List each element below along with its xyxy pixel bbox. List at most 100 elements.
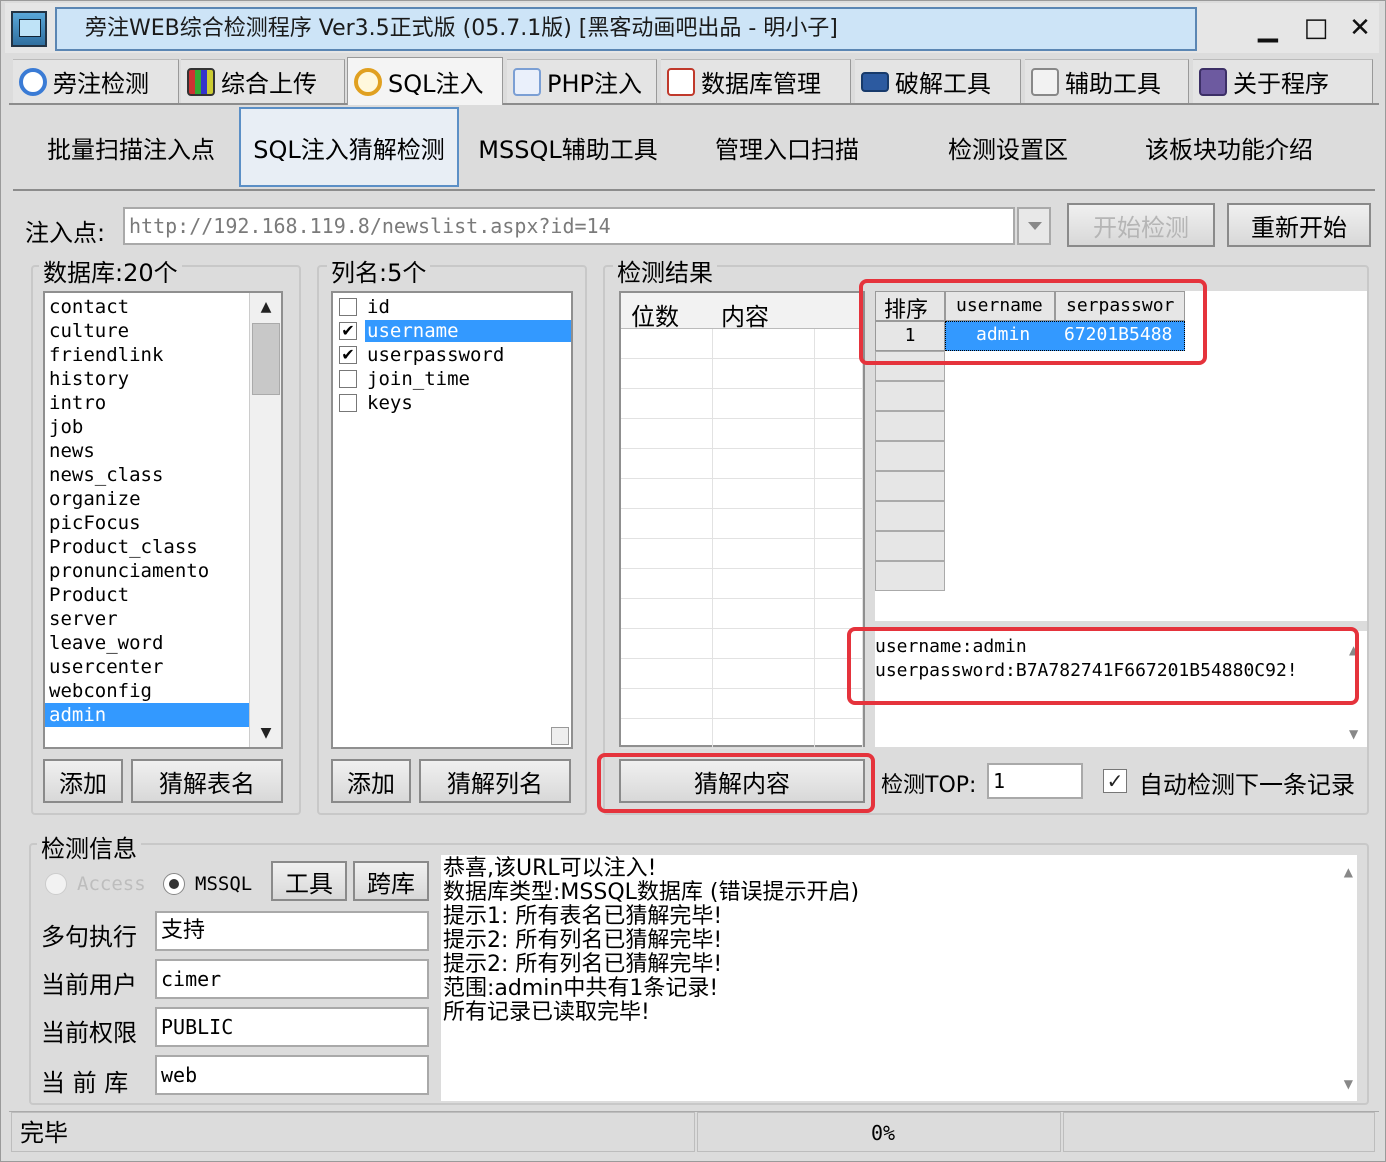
current-privilege-field[interactable]: PUBLIC [155,1007,429,1047]
tab-about[interactable]: 关于程序 [1193,59,1373,103]
database-list-item[interactable]: picFocus [45,511,251,535]
detection-log[interactable]: 恭喜,该URL可以注入! 数据库类型:MSSQL数据库 (错误提示开启) 提示1: … [441,855,1357,1101]
subtab-batch-scan[interactable]: 批量扫描注入点 [23,107,239,187]
database-list-item[interactable]: history [45,367,251,391]
add-column-button[interactable]: 添加 [331,759,411,803]
tab-side-injection[interactable]: 旁注检测 [13,59,179,103]
database-group-title: 数据库:20个 [39,253,182,288]
database-list-item[interactable]: news_class [45,463,251,487]
url-dropdown-button[interactable] [1017,207,1051,245]
maximize-button[interactable]: □ [1299,13,1333,43]
database-list-item[interactable]: pronunciamento [45,559,251,583]
current-user-field[interactable]: cimer [155,959,429,999]
database-list[interactable]: contact culture friendlink history intro job n… [43,291,283,749]
scroll-up-icon[interactable]: ▲ [1344,865,1353,879]
title-bar: 旁注WEB综合检测程序 Ver3.5正式版 (05.7.1版) [黑客动画吧出品… [5,3,1379,53]
database-list-item[interactable]: culture [45,319,251,343]
guess-columns-button[interactable]: 猜解列名 [419,759,571,803]
column-checkbox[interactable] [339,298,357,316]
grid-cell [621,419,713,449]
minimize-button[interactable]: ▁ [1251,13,1285,43]
grid-cell [713,509,815,539]
column-checkbox[interactable]: ✔ [339,322,357,340]
database-list-item[interactable]: Product_class [45,535,251,559]
grid-cell [621,479,713,509]
database-list-item[interactable]: server [45,607,251,631]
grid-cell [713,689,815,719]
database-list-item[interactable]: friendlink [45,343,251,367]
access-radio[interactable] [45,873,67,895]
grid-cell [621,329,713,359]
log-line: 数据库类型:MSSQL数据库 (错误提示开启) [443,880,860,905]
subtab-mssql-tools[interactable]: MSSQL辅助工具 [459,107,677,187]
column-list-item[interactable]: ✔ username [333,319,571,343]
column-list[interactable]: id ✔ username ✔ userpassword join_time keys [331,291,573,749]
restart-button[interactable]: 重新开始 [1227,203,1371,247]
main-tab-strip: 旁注检测 综合上传 SQL注入 PHP注入 数据库管理 破解工具 辅助工具 关于… [9,57,1379,105]
tab-sql-injection[interactable]: SQL注入 [347,57,503,105]
column-list-item[interactable]: keys [333,391,571,415]
keyboard-icon [861,71,889,92]
tool-button[interactable]: 工具 [271,861,347,901]
row-header-cell [875,381,945,411]
scroll-up-icon[interactable]: ▲ [250,293,281,321]
column-checkbox[interactable] [339,370,357,388]
multi-statement-field[interactable]: 支持 [155,911,429,951]
injection-url-field[interactable]: http://192.168.119.8/newslist.aspx?id=14 [123,207,1015,245]
tab-crack-tools[interactable]: 破解工具 [855,59,1021,103]
database-list-item[interactable]: intro [45,391,251,415]
top-count-input[interactable]: 1 [987,763,1083,799]
cross-db-button[interactable]: 跨库 [353,861,429,901]
grid-cell [621,539,713,569]
top-label: 检测TOP: [881,773,977,798]
database-list-item[interactable]: leave_word [45,631,251,655]
row-header-cell [875,501,945,531]
grid-cell [713,569,815,599]
multi-statement-label: 多句执行 [41,923,137,951]
scroll-down-icon[interactable]: ▼ [1344,1077,1353,1091]
bits-content-grid[interactable]: 位数 内容 [619,291,865,749]
log-line: 范围:admin中共有1条记录! [443,976,719,1001]
database-list-item[interactable]: news [45,439,251,463]
column-list-item[interactable]: ✔ userpassword [333,343,571,367]
status-extra [1063,1112,1375,1152]
column-checkbox[interactable] [339,394,357,412]
tab-database-manager[interactable]: 数据库管理 [661,59,851,103]
grid-cell [815,329,863,359]
database-list-item[interactable]: usercenter [45,655,251,679]
subtab-sql-guess[interactable]: SQL注入猜解检测 [239,107,459,187]
grid-cell [815,719,863,749]
scroll-thumb[interactable] [252,323,280,395]
column-list-item[interactable]: join_time [333,367,571,391]
database-list-item[interactable]: admin [45,703,251,727]
column-checkbox[interactable]: ✔ [339,346,357,364]
subtab-settings[interactable]: 检测设置区 [897,107,1119,187]
database-list-scrollbar[interactable]: ▲ ▼ [249,293,281,747]
column-list-item[interactable]: id [333,295,571,319]
guess-tables-button[interactable]: 猜解表名 [131,759,283,803]
database-list-item[interactable]: organize [45,487,251,511]
database-list-item[interactable]: job [45,415,251,439]
scroll-down-icon[interactable]: ▼ [1349,727,1358,741]
scroll-down-icon[interactable]: ▼ [250,719,281,747]
grid-cell [815,479,863,509]
database-list-item[interactable]: webconfig [45,679,251,703]
tab-aux-tools[interactable]: 辅助工具 [1025,59,1189,103]
database-list-item[interactable]: Product [45,583,251,607]
subtab-admin-scan[interactable]: 管理入口扫描 [677,107,897,187]
grid-cell [621,389,713,419]
auto-next-checkbox[interactable]: ✓ [1103,769,1127,793]
mssql-radio[interactable] [163,873,185,895]
grid-cell [713,389,815,419]
grid-cell [621,719,713,749]
bits-grid-body [621,329,863,749]
close-button[interactable]: ✕ [1343,13,1377,43]
database-list-item[interactable]: contact [45,295,251,319]
add-table-button[interactable]: 添加 [43,759,123,803]
current-db-field[interactable]: web [155,1055,429,1095]
start-detect-button[interactable]: 开始检测 [1067,203,1215,247]
grid-cell [815,449,863,479]
tab-php-injection[interactable]: PHP注入 [507,59,657,103]
tab-upload[interactable]: 综合上传 [181,59,345,103]
subtab-intro[interactable]: 该板块功能介绍 [1119,107,1339,187]
